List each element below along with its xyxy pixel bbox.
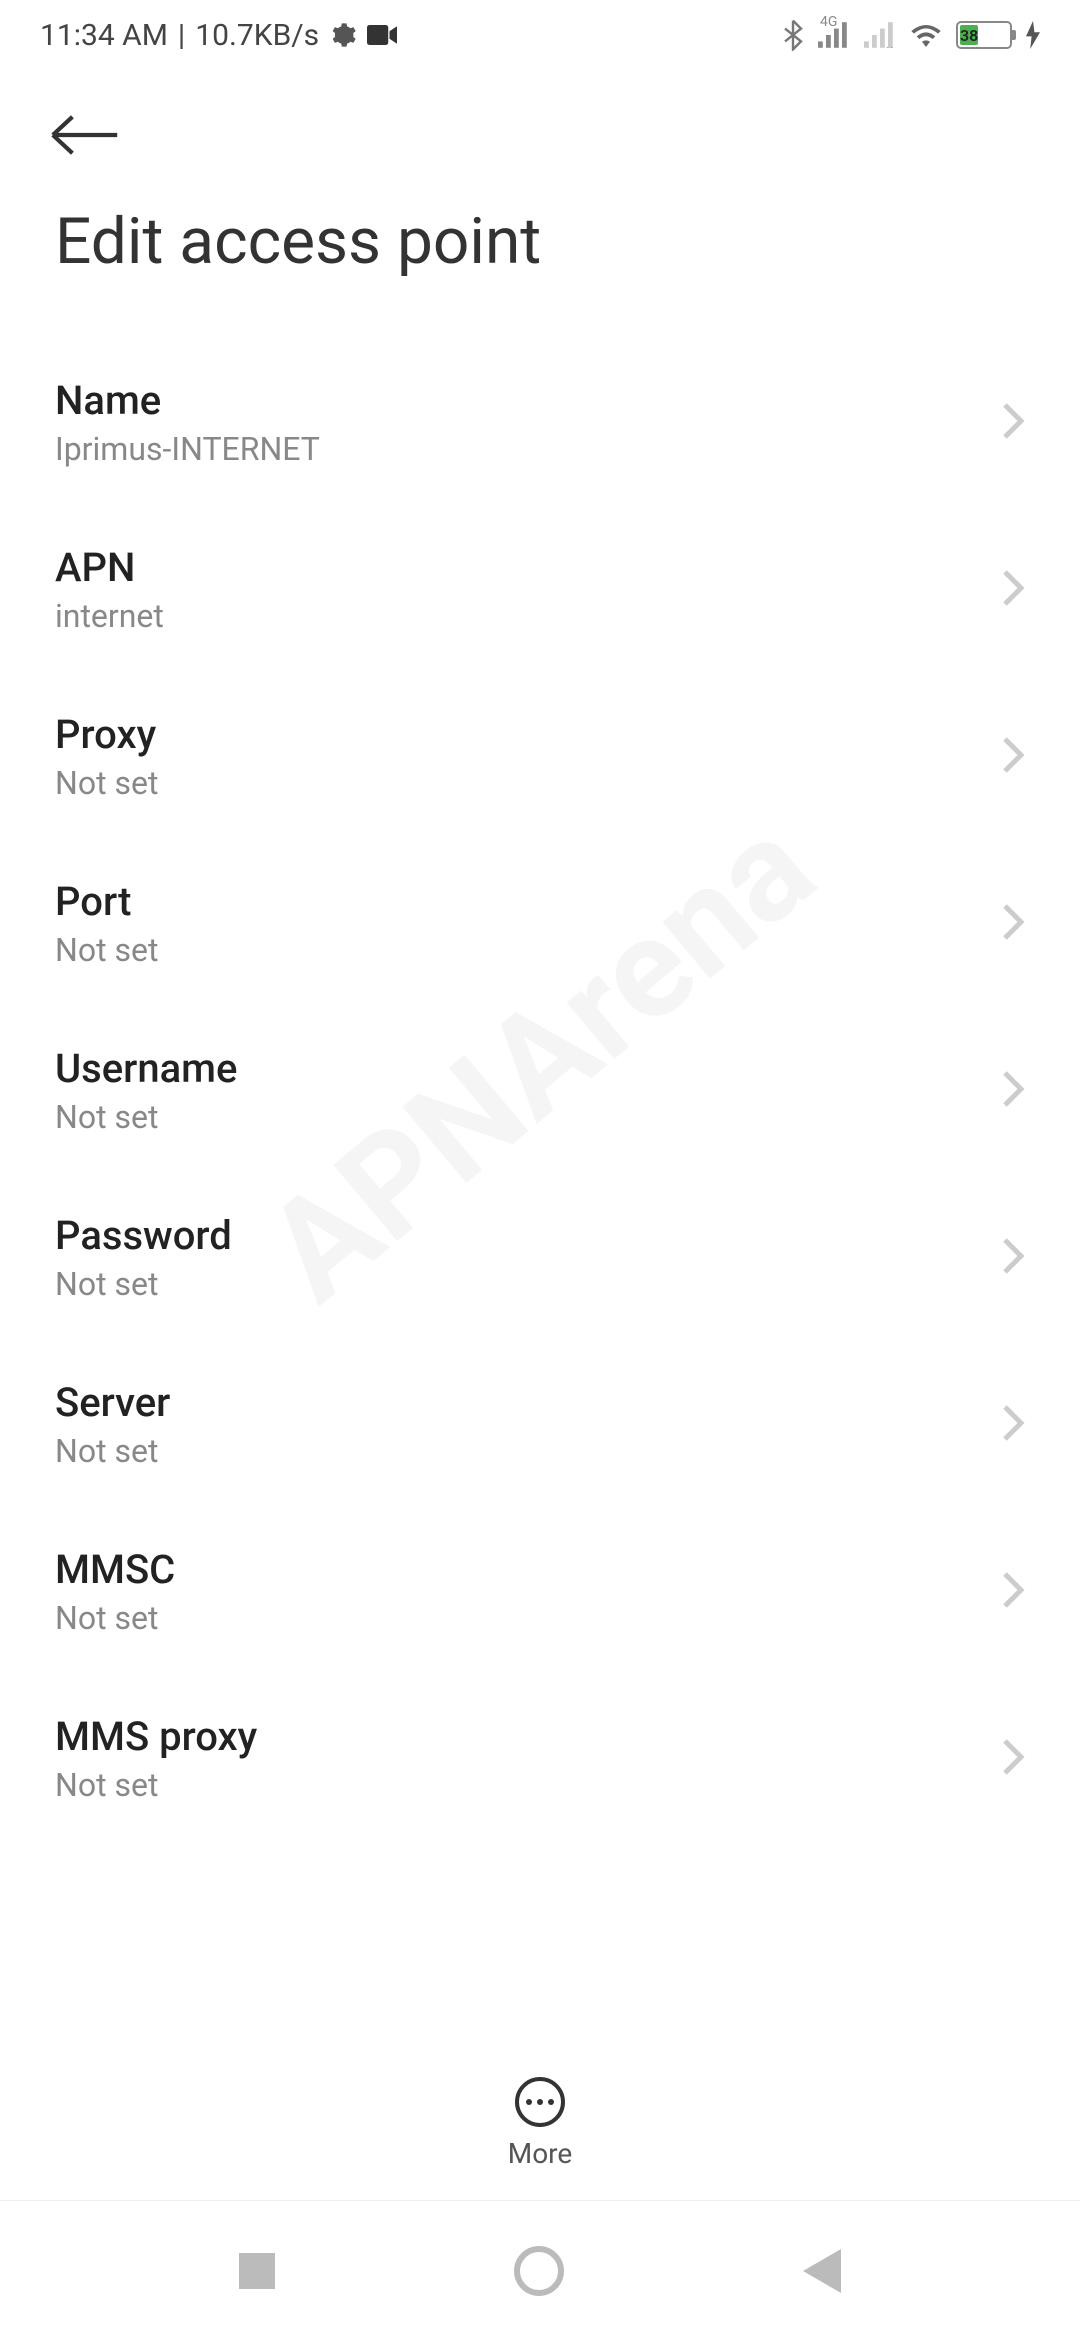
setting-value: Not set xyxy=(55,1766,257,1804)
camera-icon xyxy=(367,24,397,46)
chevron-right-icon xyxy=(1001,1403,1025,1447)
bluetooth-icon xyxy=(782,19,804,51)
status-bar: 11:34 AM | 10.7KB/s 4G × 38 xyxy=(0,0,1080,70)
gear-icon xyxy=(329,21,357,49)
setting-label: MMS proxy xyxy=(55,1713,257,1760)
settings-list: Name Iprimus-INTERNET APN internet Proxy… xyxy=(0,339,1080,1842)
setting-label: Username xyxy=(55,1045,237,1092)
setting-label: MMSC xyxy=(55,1546,175,1593)
setting-label: Proxy xyxy=(55,711,158,758)
chevron-right-icon xyxy=(1001,735,1025,779)
charging-icon xyxy=(1026,21,1040,49)
chevron-right-icon xyxy=(1001,1737,1025,1781)
wifi-icon xyxy=(910,22,942,48)
setting-row-password[interactable]: Password Not set xyxy=(55,1174,1025,1341)
setting-value: internet xyxy=(55,597,164,635)
battery-indicator: 38 xyxy=(956,21,1012,49)
setting-row-proxy[interactable]: Proxy Not set xyxy=(55,673,1025,840)
svg-text:×: × xyxy=(886,43,893,48)
setting-row-username[interactable]: Username Not set xyxy=(55,1007,1025,1174)
setting-row-port[interactable]: Port Not set xyxy=(55,840,1025,1007)
setting-row-apn[interactable]: APN internet xyxy=(55,506,1025,673)
signal-4g-icon: 4G xyxy=(818,22,850,48)
setting-row-mmsc[interactable]: MMSC Not set xyxy=(55,1508,1025,1675)
navigation-bar xyxy=(0,2200,1080,2340)
setting-value: Not set xyxy=(55,1432,170,1470)
back-button[interactable] xyxy=(0,70,1080,184)
status-left: 11:34 AM | 10.7KB/s xyxy=(40,18,397,53)
setting-row-mms-proxy[interactable]: MMS proxy Not set xyxy=(55,1675,1025,1842)
chevron-right-icon xyxy=(1001,1570,1025,1614)
setting-label: APN xyxy=(55,544,164,591)
signal-nosim-icon: × xyxy=(864,22,896,48)
setting-value: Not set xyxy=(55,764,158,802)
chevron-right-icon xyxy=(1001,1236,1025,1280)
page-title: Edit access point xyxy=(0,184,1080,339)
status-speed: 10.7KB/s xyxy=(195,18,319,53)
setting-row-server[interactable]: Server Not set xyxy=(55,1341,1025,1508)
chevron-right-icon xyxy=(1001,902,1025,946)
setting-row-name[interactable]: Name Iprimus-INTERNET xyxy=(55,339,1025,506)
chevron-right-icon xyxy=(1001,401,1025,445)
more-label: More xyxy=(508,2137,573,2170)
chevron-right-icon xyxy=(1001,1069,1025,1113)
status-right: 4G × 38 xyxy=(782,19,1040,51)
nav-home-button[interactable] xyxy=(514,2246,564,2296)
nav-back-button[interactable] xyxy=(803,2249,841,2293)
setting-value: Not set xyxy=(55,1599,175,1637)
setting-value: Not set xyxy=(55,1098,237,1136)
setting-label: Server xyxy=(55,1379,170,1426)
setting-value: Not set xyxy=(55,931,158,969)
more-icon xyxy=(515,2077,565,2127)
setting-label: Password xyxy=(55,1212,232,1259)
setting-label: Port xyxy=(55,878,158,925)
setting-value: Iprimus-INTERNET xyxy=(55,430,320,468)
more-button[interactable]: More xyxy=(0,2077,1080,2170)
setting-value: Not set xyxy=(55,1265,232,1303)
status-time: 11:34 AM xyxy=(40,18,168,53)
nav-recents-button[interactable] xyxy=(239,2253,275,2289)
setting-label: Name xyxy=(55,377,320,424)
battery-fill: 38 xyxy=(960,25,978,45)
chevron-right-icon xyxy=(1001,568,1025,612)
